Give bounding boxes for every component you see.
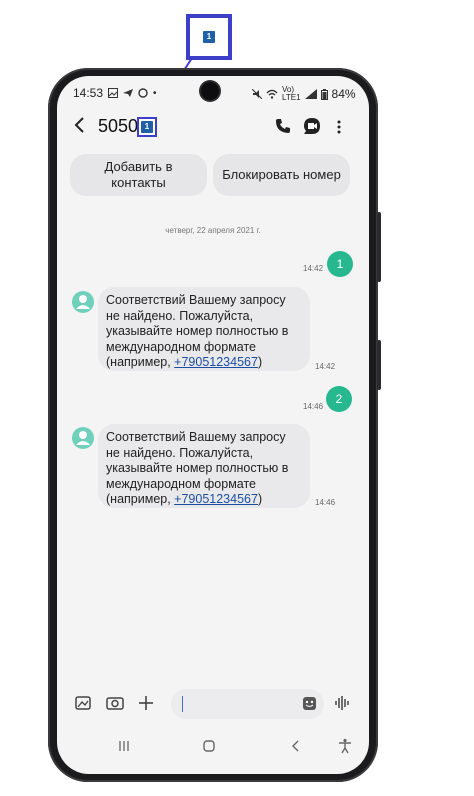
sent-message-marker: 2 — [326, 386, 352, 412]
status-bar-left: 14:53 • — [73, 86, 157, 100]
video-chat-icon[interactable] — [303, 117, 321, 135]
sent-message-marker: 1 — [327, 251, 353, 277]
text-cursor — [182, 696, 183, 712]
conversation-date: четверг, 22 апреля 2021 г. — [165, 226, 261, 235]
received-message[interactable]: Соответствий Вашему запросу не найдено. … — [98, 287, 310, 371]
phone-link[interactable]: +79051234567 — [174, 492, 258, 506]
volume-button — [377, 212, 381, 282]
camera-icon[interactable] — [106, 695, 124, 711]
recent-apps-icon[interactable] — [117, 739, 131, 753]
avatar[interactable] — [72, 291, 94, 313]
notification-icon — [138, 88, 148, 98]
status-time: 14:53 — [73, 86, 104, 100]
status-bar-right: Vo) LTE1 84% — [252, 86, 356, 102]
sticker-icon[interactable] — [302, 696, 317, 711]
sent-time: 14:42 — [303, 264, 324, 273]
wifi-icon — [266, 89, 278, 99]
voice-input-icon[interactable] — [334, 695, 350, 711]
person-icon — [76, 431, 90, 445]
front-camera — [201, 82, 219, 100]
network-indicator: Vo) LTE1 — [282, 85, 301, 102]
battery-level: 84% — [331, 87, 356, 101]
more-options-icon[interactable] — [336, 119, 342, 135]
person-icon — [76, 295, 90, 309]
received-time: 14:46 — [315, 498, 336, 507]
home-icon[interactable] — [202, 739, 216, 753]
more-notifications-icon: • — [153, 87, 157, 99]
block-number-button[interactable]: Блокировать номер — [213, 154, 350, 196]
received-time: 14:42 — [315, 362, 336, 371]
sent-time: 14:46 — [303, 402, 324, 411]
mute-icon — [252, 89, 262, 99]
avatar[interactable] — [72, 427, 94, 449]
signal-icon — [304, 89, 317, 99]
annotation-small-badge: 1 — [141, 121, 153, 133]
received-message[interactable]: Соответствий Вашему запросу не найдено. … — [98, 424, 310, 508]
telegram-icon — [123, 89, 134, 97]
gallery-icon[interactable] — [75, 695, 91, 711]
phone-link[interactable]: +79051234567 — [174, 355, 258, 369]
annotation-small-box: 1 — [137, 117, 157, 137]
image-icon — [108, 88, 119, 98]
add-contact-button[interactable]: Добавить в контакты — [70, 154, 207, 196]
conversation-title: 5050 — [98, 116, 139, 136]
accessibility-icon[interactable] — [338, 738, 352, 754]
call-icon[interactable] — [275, 118, 291, 134]
back-arrow-icon[interactable] — [72, 116, 88, 134]
battery-icon — [320, 88, 328, 100]
add-attachment-icon[interactable] — [138, 695, 154, 711]
power-button — [377, 340, 381, 390]
nav-back-icon[interactable] — [289, 739, 303, 753]
